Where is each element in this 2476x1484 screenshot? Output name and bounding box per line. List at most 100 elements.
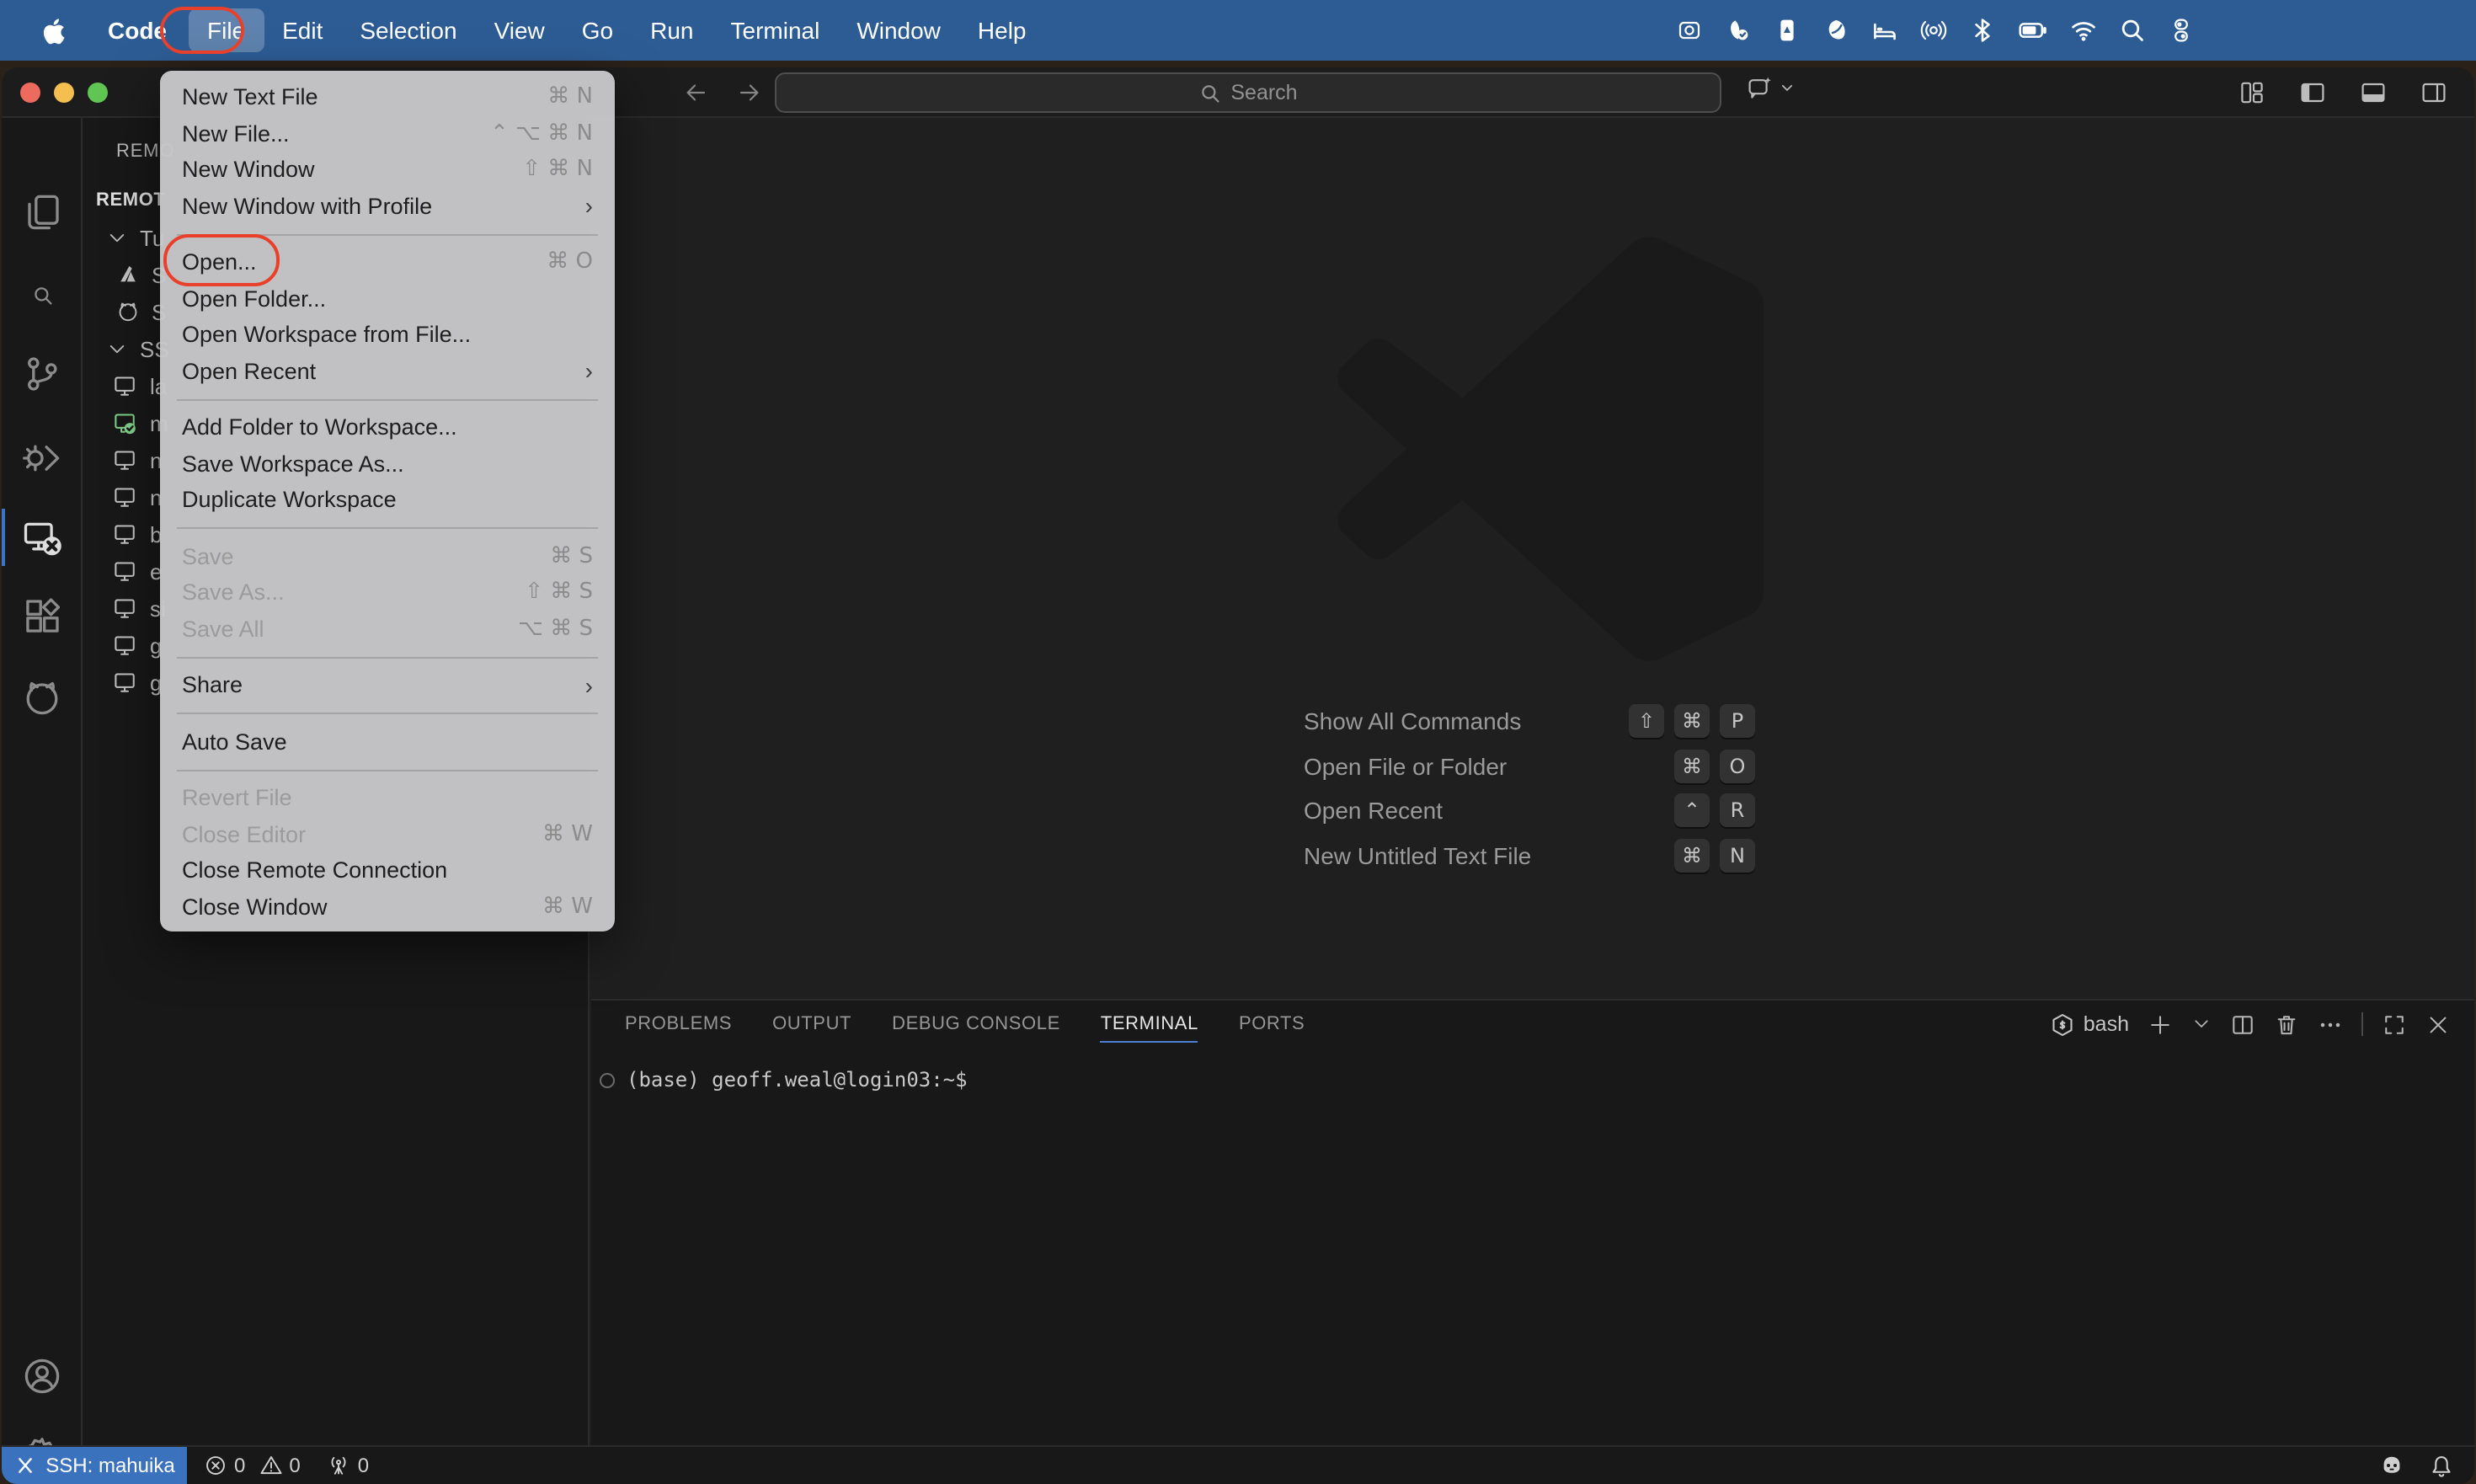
file-menu-item-open-folder[interactable]: Open Folder...: [160, 280, 615, 317]
wifi-icon[interactable]: [2070, 17, 2097, 44]
command-decoration-icon[interactable]: [600, 1072, 615, 1087]
remote-indicator[interactable]: SSH: mahuika: [2, 1446, 187, 1484]
menubar-item-go[interactable]: Go: [563, 8, 632, 52]
menu-item-label: Open Folder...: [182, 286, 327, 312]
file-menu-item-auto-save[interactable]: Auto Save: [160, 723, 615, 760]
toggle-secondary-sidebar-icon[interactable]: [2414, 72, 2454, 113]
camera-app-icon[interactable]: [1676, 17, 1703, 44]
customize-layout-icon[interactable]: [2232, 72, 2272, 113]
maximize-panel-icon[interactable]: [2382, 1012, 2407, 1037]
chevron-down-icon[interactable]: [1777, 77, 1797, 98]
menubar-item-window[interactable]: Window: [838, 8, 959, 52]
search-icon[interactable]: [22, 275, 62, 315]
source-control-icon[interactable]: [22, 354, 62, 394]
file-menu-item-save-all: Save All ⌥ ⌘ S: [160, 611, 615, 647]
zoom-window-button[interactable]: [88, 83, 108, 103]
keycap: ⌘: [1674, 704, 1710, 738]
menubar-item-selection[interactable]: Selection: [341, 8, 475, 52]
close-window-button[interactable]: [20, 83, 40, 103]
radio-tower-icon: [328, 1454, 351, 1477]
navigate-forward-icon[interactable]: [729, 72, 770, 113]
monitor-icon: [113, 595, 138, 621]
battery-icon[interactable]: [2018, 15, 2048, 45]
panel-tab-ports[interactable]: PORTS: [1239, 1007, 1305, 1041]
github-icon[interactable]: [22, 677, 62, 718]
menubar-item-code[interactable]: Code: [89, 8, 189, 52]
file-menu-item-close-remote-connection[interactable]: Close Remote Connection: [160, 852, 615, 889]
menubar-item-edit[interactable]: Edit: [264, 8, 341, 52]
bluetooth-icon[interactable]: [1969, 17, 1996, 44]
shield-check-app-icon[interactable]: [1725, 17, 1752, 44]
file-menu-item-new-window-with-profile[interactable]: New Window with Profile ›: [160, 188, 615, 224]
menubar-item-help[interactable]: Help: [959, 8, 1045, 52]
panel-tab-terminal[interactable]: TERMINAL: [1100, 1006, 1198, 1042]
file-menu-item-new-window[interactable]: New Window ⇧ ⌘ N: [160, 152, 615, 188]
chevron-down-icon[interactable]: [106, 227, 128, 248]
bell-icon[interactable]: [2429, 1453, 2454, 1478]
explorer-files-icon[interactable]: [22, 192, 62, 232]
copilot-chat-icon[interactable]: [1747, 74, 1774, 101]
file-menu-item-share[interactable]: Share ›: [160, 667, 615, 703]
keycap: ⌃: [1674, 793, 1710, 827]
navigate-back-icon[interactable]: [675, 72, 716, 113]
file-menu-item-save-workspace-as[interactable]: Save Workspace As...: [160, 446, 615, 482]
file-menu-item-close-window[interactable]: Close Window ⌘ W: [160, 889, 615, 925]
welcome-command-label: New Untitled Text File: [1304, 841, 1532, 868]
remote-explorer-icon[interactable]: [22, 517, 62, 558]
menu-item-label: Open Workspace from File...: [182, 322, 472, 348]
remote-icon: [13, 1454, 37, 1477]
menu-separator: [177, 398, 598, 400]
chevron-down-icon[interactable]: [106, 338, 128, 360]
menu-item-label: Close Window: [182, 894, 328, 920]
close-panel-icon[interactable]: [2425, 1012, 2451, 1037]
file-menu-item-duplicate-workspace[interactable]: Duplicate Workspace: [160, 482, 615, 518]
spotlight-search-icon[interactable]: [2119, 17, 2146, 44]
file-menu-item-add-folder-to-workspace[interactable]: Add Folder to Workspace...: [160, 409, 615, 446]
shortcut-keys: ⌘ N: [1674, 838, 1755, 872]
file-menu-item-new-file[interactable]: New File... ⌃ ⌥ ⌘ N: [160, 115, 615, 152]
split-terminal-icon[interactable]: [2230, 1012, 2255, 1037]
menubar-item-file[interactable]: File: [189, 8, 264, 52]
file-menu-item-open[interactable]: Open... ⌘ O: [160, 244, 615, 280]
keycap: ⌘: [1674, 749, 1710, 782]
warning-icon: [259, 1454, 282, 1477]
leaf-app-icon[interactable]: [1822, 17, 1849, 44]
menu-item-label: Save As...: [182, 579, 285, 606]
kill-terminal-icon[interactable]: [2274, 1012, 2299, 1037]
monitor-icon: [113, 484, 138, 510]
terminal-instance[interactable]: bash: [2050, 1012, 2129, 1037]
terminal-dropdown-icon[interactable]: [2191, 1014, 2212, 1034]
menu-separator: [177, 713, 598, 714]
menubar-item-run[interactable]: Run: [632, 8, 712, 52]
command-center-search[interactable]: Search: [775, 72, 1721, 113]
menubar-item-terminal[interactable]: Terminal: [712, 8, 839, 52]
menubar-item-view[interactable]: View: [476, 8, 563, 52]
monitor-icon: [113, 447, 138, 472]
error-count: 0: [234, 1454, 246, 1477]
terminal-prompt[interactable]: (base) geoff.weal@login03:~$: [627, 1068, 968, 1092]
account-icon[interactable]: [22, 1356, 62, 1396]
file-menu-item-open-recent[interactable]: Open Recent ›: [160, 353, 615, 389]
copilot-icon[interactable]: [2378, 1452, 2405, 1479]
panel-tab-problems[interactable]: PROBLEMS: [625, 1007, 732, 1041]
run-debug-icon[interactable]: [22, 438, 62, 478]
minimize-window-button[interactable]: [54, 83, 74, 103]
problems-status[interactable]: 0 0: [204, 1454, 301, 1477]
menu-item-shortcut: ⌘ W: [542, 821, 593, 847]
airdrop-icon[interactable]: [1920, 17, 1947, 44]
file-menu-item-new-text-file[interactable]: New Text File ⌘ N: [160, 79, 615, 115]
bed-app-icon[interactable]: [1871, 17, 1898, 44]
file-menu-item-open-workspace-from-file[interactable]: Open Workspace from File...: [160, 317, 615, 353]
user-switch-icon[interactable]: [2168, 17, 2195, 44]
menu-item-shortcut: ⌘ S: [550, 543, 593, 569]
panel-tab-output[interactable]: OUTPUT: [772, 1007, 851, 1041]
more-actions-icon[interactable]: [2318, 1012, 2343, 1037]
new-terminal-icon[interactable]: [2148, 1012, 2173, 1037]
apple-menu[interactable]: [0, 16, 89, 45]
toggle-panel-icon[interactable]: [2353, 72, 2393, 113]
toggle-primary-sidebar-icon[interactable]: [2292, 72, 2333, 113]
phone-app-icon[interactable]: [1774, 17, 1801, 44]
panel-tab-debug-console[interactable]: DEBUG CONSOLE: [892, 1007, 1060, 1041]
ports-status[interactable]: 0: [328, 1454, 369, 1477]
extensions-icon[interactable]: [22, 596, 62, 637]
